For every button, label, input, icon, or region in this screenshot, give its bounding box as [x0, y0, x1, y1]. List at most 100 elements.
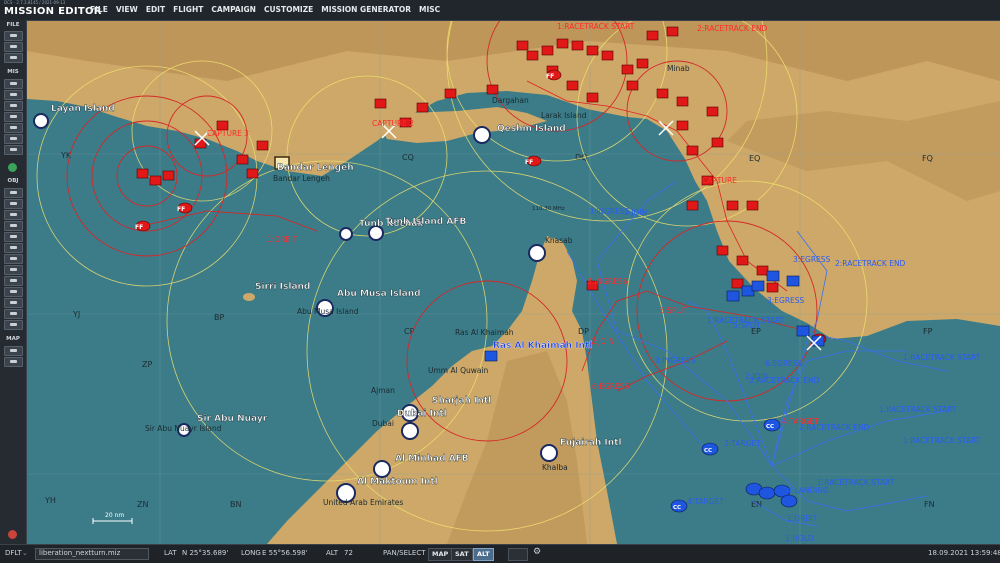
add-template-button[interactable] [4, 243, 23, 253]
alt-value: 72 [344, 549, 353, 557]
add-vehicle-button[interactable] [4, 221, 23, 231]
add-ruler-button[interactable] [4, 287, 23, 297]
svg-text:20 nm: 20 nm [105, 512, 124, 519]
svg-text:Bandar Lengeh: Bandar Lengeh [273, 174, 330, 183]
svg-text:2:JOIN: 2:JOIN [745, 372, 768, 381]
alt-label: ALT [326, 549, 339, 557]
svg-text:EQ: EQ [749, 154, 760, 163]
svg-text:4:LANDING: 4:LANDING [787, 486, 829, 495]
svg-text:FP: FP [923, 327, 933, 336]
frequency-label: 110.30 MHz [532, 206, 565, 212]
mode-select[interactable]: DFLT [5, 549, 22, 557]
app-version: DCS - 2.7.3.8145 / 2021-09-13 [4, 0, 66, 5]
map-section-label: MAP [6, 336, 20, 342]
svg-text:ZN: ZN [137, 500, 148, 509]
main-menu: FILE VIEW EDIT FLIGHT CAMPAIGN CUSTOMIZE… [90, 5, 448, 14]
svg-text:Dubai Intl: Dubai Intl [397, 409, 447, 419]
tool-sidebar: FILE MIS OBJ MAP [0, 20, 27, 544]
save-mission-button[interactable] [4, 53, 23, 63]
svg-text:Fujairah Intl: Fujairah Intl [560, 438, 622, 448]
title-bar: DCS - 2.7.3.8145 / 2021-09-13 MISSION ED… [0, 0, 1000, 21]
menu-view[interactable]: VIEW [116, 5, 138, 14]
svg-text:CC: CC [766, 424, 774, 430]
layers-button[interactable] [4, 309, 23, 319]
svg-text:YJ: YJ [72, 310, 80, 319]
svg-text:1:ORBIT: 1:ORBIT [787, 514, 818, 523]
svg-text:2:JOIN: 2:JOIN [624, 208, 647, 217]
sirri-land [243, 293, 255, 301]
svg-text:FQ: FQ [922, 154, 933, 163]
add-zone-button[interactable] [4, 254, 23, 264]
svg-text:Minab: Minab [667, 64, 690, 73]
map-filter-button[interactable] [4, 357, 23, 367]
goals-button[interactable] [4, 90, 23, 100]
lat-label: LAT [164, 549, 177, 557]
obj-section-label: OBJ [7, 178, 19, 184]
add-navpoint-button[interactable] [4, 265, 23, 275]
svg-text:3:INGRESS: 3:INGRESS [587, 277, 628, 286]
svg-text:CC: CC [673, 505, 681, 511]
svg-text:2:JOIN: 2:JOIN [591, 337, 614, 346]
svg-text:3:EGRESS: 3:EGRESS [767, 296, 805, 305]
svg-text:2:RACETRACK END: 2:RACETRACK END [697, 24, 768, 33]
sat-view-button[interactable]: SAT [451, 548, 473, 561]
delete-button[interactable] [4, 320, 23, 330]
menu-campaign[interactable]: CAMPAIGN [211, 5, 256, 14]
svg-text:4:TARGET: 4:TARGET [687, 497, 724, 506]
svg-text:3:TARGET: 3:TARGET [724, 439, 761, 448]
svg-text:FF: FF [525, 159, 533, 166]
svg-text:3:INGRESS: 3:INGRESS [655, 356, 696, 365]
svg-text:Abu Musa Island: Abu Musa Island [337, 289, 421, 299]
add-ship-button[interactable] [4, 210, 23, 220]
svg-text:CAPTURE 2: CAPTURE 2 [372, 119, 414, 128]
mission-map[interactable]: YK CQ DQ EQ FQ YJ BP CP DP EP FP ZP YH Z… [27, 21, 1000, 544]
svg-text:Khalba: Khalba [542, 463, 568, 472]
alt-view-button[interactable]: ALT [473, 548, 494, 561]
briefing-button[interactable] [4, 112, 23, 122]
svg-text:6:EGRESS: 6:EGRESS [765, 359, 803, 368]
menu-file[interactable]: FILE [90, 5, 108, 14]
file-section-label: FILE [6, 22, 20, 28]
map-canvas[interactable]: YK CQ DQ EQ FQ YJ BP CP DP EP FP ZP YH Z… [27, 21, 1000, 544]
svg-text:ZP: ZP [142, 360, 152, 369]
add-static-button[interactable] [4, 232, 23, 242]
svg-text:CAPTURE 3: CAPTURE 3 [207, 129, 249, 138]
add-initial-point-button[interactable] [4, 276, 23, 286]
menu-customize[interactable]: CUSTOMIZE [264, 5, 313, 14]
menu-mission-generator[interactable]: MISSION GENERATOR [321, 5, 411, 14]
pan-select-mode[interactable]: PAN/SELECT [383, 549, 426, 557]
svg-text:Umm Al Quwain: Umm Al Quwain [428, 366, 489, 375]
svg-text:FN: FN [924, 500, 935, 509]
check-mission-button[interactable] [4, 134, 23, 144]
svg-text:3:EGRESS: 3:EGRESS [793, 255, 831, 264]
svg-text:DP: DP [578, 327, 589, 336]
svg-text:FF: FF [135, 224, 143, 231]
menu-misc[interactable]: MISC [419, 5, 440, 14]
layers-toggle-icon[interactable] [508, 548, 528, 561]
map-options-button[interactable] [4, 346, 23, 356]
rak-intl-label: Ras Al Khaimah Intl [493, 341, 592, 351]
mission-filename: liberation_nextturn.miz [39, 549, 121, 557]
add-helicopter-button[interactable] [4, 199, 23, 209]
svg-text:Larak Island: Larak Island [541, 111, 587, 120]
settings-gear-icon[interactable]: ⚙ [533, 547, 541, 557]
open-mission-button[interactable] [4, 42, 23, 52]
svg-text:CQ: CQ [402, 153, 414, 162]
svg-text:BN: BN [230, 500, 241, 509]
weather-button[interactable] [4, 79, 23, 89]
menu-edit[interactable]: EDIT [146, 5, 165, 14]
fly-mission-button[interactable] [8, 163, 17, 172]
mode-chevron-icon[interactable]: ⌄ [22, 549, 28, 557]
svg-text:Sirri Island: Sirri Island [255, 282, 310, 292]
triggers-button[interactable] [4, 101, 23, 111]
svg-text:1:RACETRACK START: 1:RACETRACK START [707, 316, 785, 325]
exit-button[interactable] [8, 530, 17, 539]
map-view-button[interactable]: MAP [428, 548, 453, 561]
svg-text:Dargahan: Dargahan [492, 96, 529, 105]
resources-button[interactable] [4, 123, 23, 133]
prepare-mission-button[interactable] [4, 145, 23, 155]
new-mission-button[interactable] [4, 31, 23, 41]
menu-flight[interactable]: FLIGHT [173, 5, 203, 14]
add-plane-button[interactable] [4, 188, 23, 198]
draw-button[interactable] [4, 298, 23, 308]
